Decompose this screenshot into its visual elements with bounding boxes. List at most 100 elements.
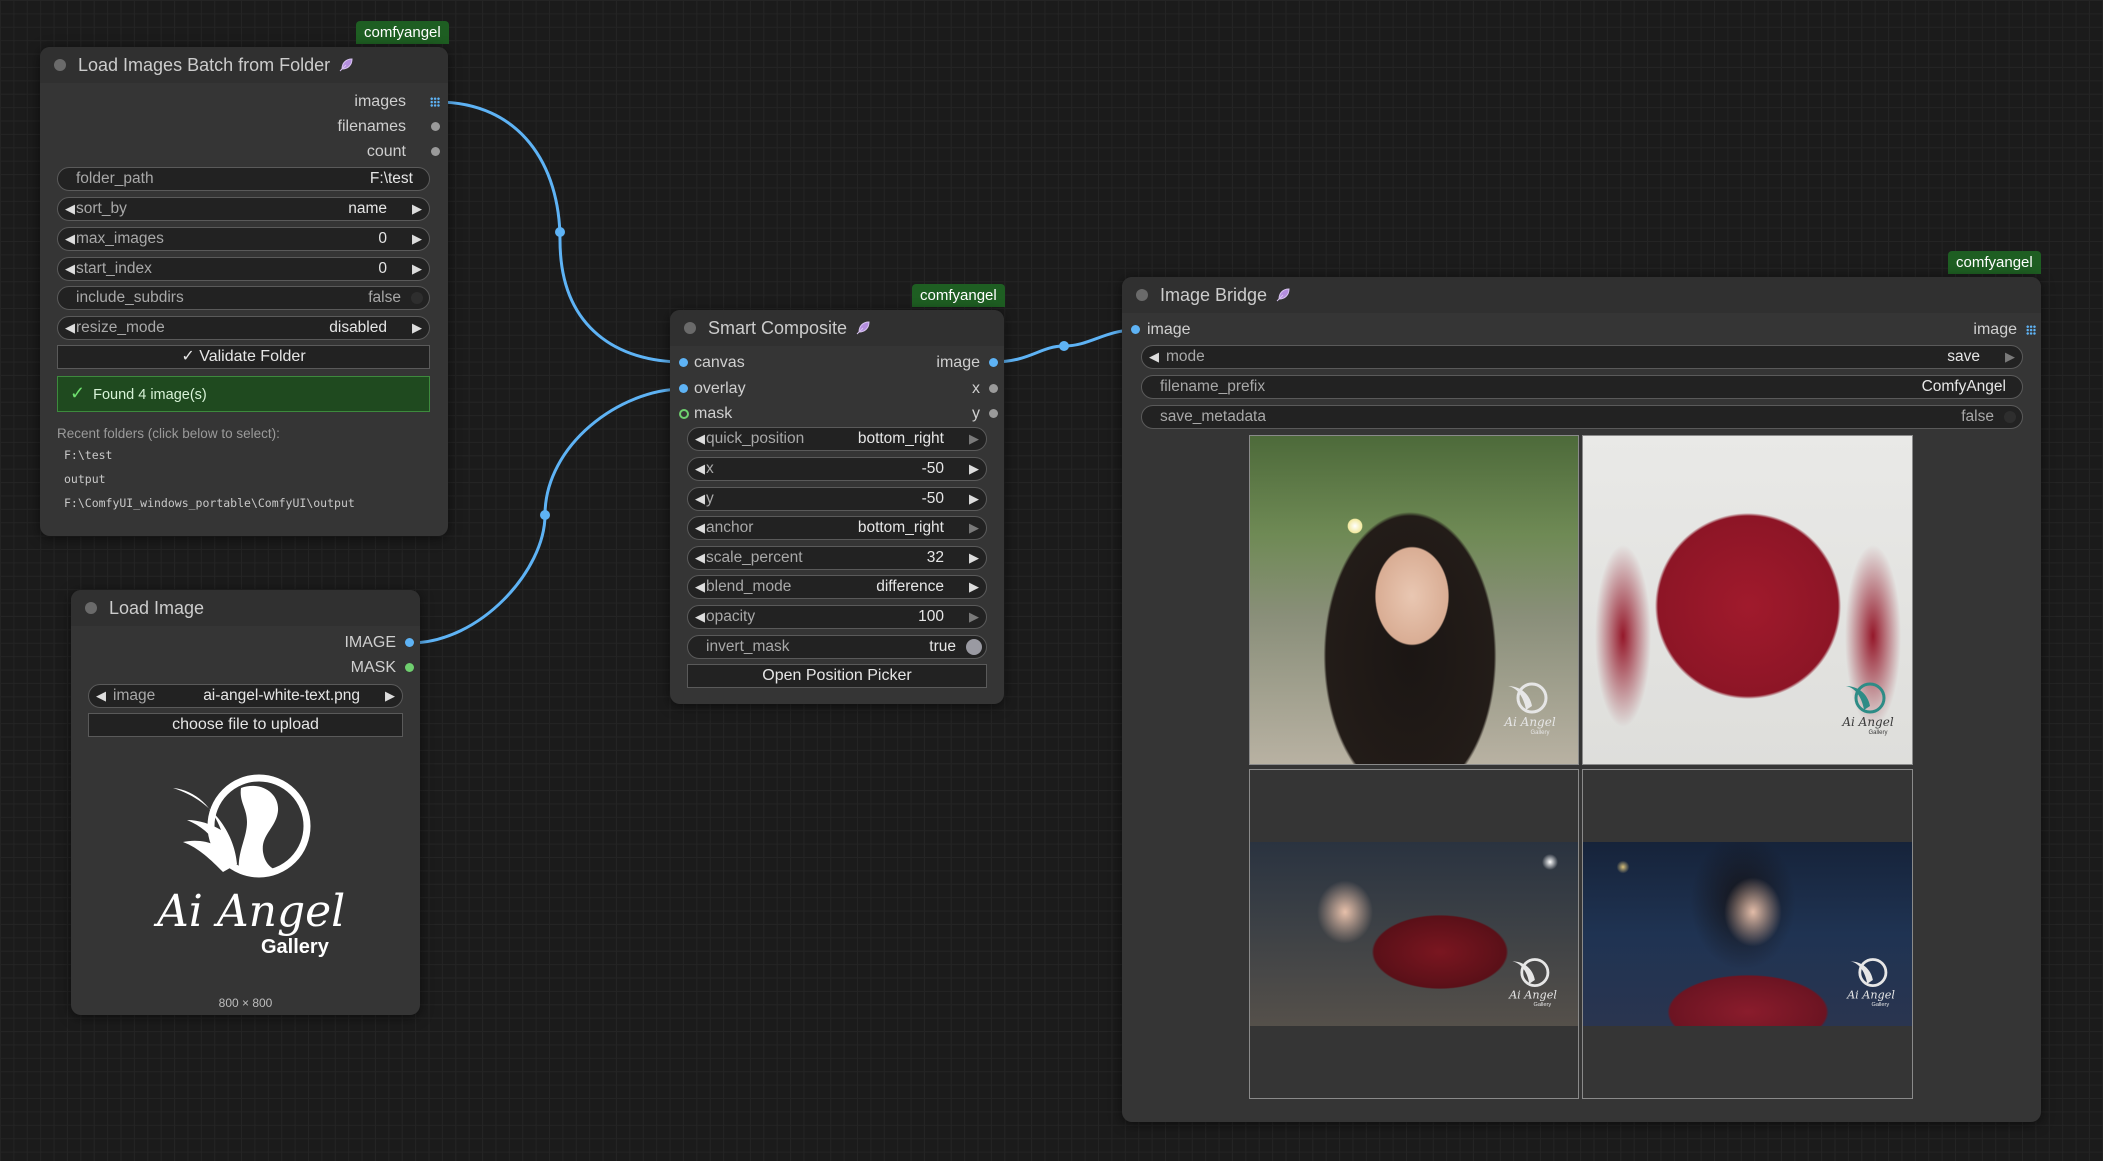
- collapse-dot-icon[interactable]: [54, 59, 66, 71]
- arrow-left-icon[interactable]: ◀: [695, 458, 705, 480]
- input-image-slot[interactable]: [1131, 325, 1140, 334]
- wire-midpoint: [1059, 341, 1069, 351]
- arrow-left-icon[interactable]: ◀: [695, 488, 705, 510]
- arrow-right-icon[interactable]: ▶: [412, 198, 422, 220]
- output-filenames-slot[interactable]: [431, 122, 440, 131]
- invert-mask-toggle[interactable]: invert_mask true: [687, 635, 987, 659]
- mode-combo[interactable]: ◀ mode save ▶: [1141, 345, 2023, 369]
- arrow-right-icon[interactable]: ▶: [2005, 346, 2015, 368]
- open-position-picker-button[interactable]: Open Position Picker: [687, 664, 987, 688]
- arrow-right-icon[interactable]: ▶: [969, 517, 979, 539]
- watermark-text: Ai Angel: [1841, 715, 1893, 729]
- quick-position-combo[interactable]: ◀ quick_position bottom_right ▶: [687, 427, 987, 451]
- wire-midpoint: [540, 510, 550, 520]
- widget-value: false: [368, 289, 401, 306]
- arrow-right-icon[interactable]: ▶: [969, 547, 979, 569]
- output-image: image: [936, 354, 980, 371]
- arrow-left-icon[interactable]: ◀: [1149, 346, 1159, 368]
- output-count-slot[interactable]: [431, 147, 440, 156]
- output-image-slot[interactable]: [405, 638, 414, 647]
- upload-button[interactable]: choose file to upload: [88, 713, 403, 737]
- preview-image-3[interactable]: Ai Angel Gallery: [1249, 769, 1579, 1099]
- arrow-right-icon[interactable]: ▶: [385, 685, 395, 707]
- recent-folder-item[interactable]: F:\test: [64, 448, 112, 462]
- sort-by-combo[interactable]: ◀ sort_by name ▶: [57, 197, 430, 221]
- arrow-right-icon[interactable]: ▶: [969, 606, 979, 628]
- input-overlay: overlay: [694, 380, 746, 397]
- anchor-combo[interactable]: ◀ anchor bottom_right ▶: [687, 516, 987, 540]
- arrow-left-icon[interactable]: ◀: [695, 517, 705, 539]
- validate-folder-button[interactable]: ✓ Validate Folder: [57, 345, 430, 369]
- scale-percent-number[interactable]: ◀ scale_percent 32 ▶: [687, 546, 987, 570]
- arrow-right-icon[interactable]: ▶: [412, 228, 422, 250]
- load-images-batch-node[interactable]: Load Images Batch from Folder images fil…: [40, 47, 448, 536]
- output-images-slot[interactable]: [430, 97, 440, 107]
- node-header[interactable]: Load Image: [71, 590, 420, 626]
- save-metadata-toggle[interactable]: save_metadata false: [1141, 405, 2023, 429]
- arrow-left-icon[interactable]: ◀: [695, 576, 705, 598]
- toggle-off-icon[interactable]: [2004, 411, 2016, 423]
- collapse-dot-icon[interactable]: [85, 602, 97, 614]
- start-index-number[interactable]: ◀ start_index 0 ▶: [57, 257, 430, 281]
- node-header[interactable]: Load Images Batch from Folder: [40, 47, 448, 83]
- wire-images-to-canvas: [436, 100, 684, 364]
- node-header[interactable]: Image Bridge: [1122, 277, 2041, 313]
- recent-folder-item[interactable]: F:\ComfyUI_windows_portable\ComfyUI\outp…: [64, 496, 355, 510]
- input-mask-slot[interactable]: [679, 409, 689, 419]
- preview-image-1[interactable]: Ai Angel Gallery: [1249, 435, 1579, 765]
- preview-image-4[interactable]: Ai Angel Gallery: [1582, 769, 1913, 1099]
- output-y-slot[interactable]: [989, 409, 998, 418]
- feather-icon: [856, 321, 870, 335]
- output-x-slot[interactable]: [989, 384, 998, 393]
- widget-value: false: [1961, 408, 1994, 425]
- watermark-subtext: Gallery: [1871, 1002, 1889, 1008]
- arrow-left-icon[interactable]: ◀: [695, 428, 705, 450]
- widget-value: 0: [378, 230, 387, 247]
- blend-mode-combo[interactable]: ◀ blend_mode difference ▶: [687, 575, 987, 599]
- max-images-number[interactable]: ◀ max_images 0 ▶: [57, 227, 430, 251]
- arrow-right-icon[interactable]: ▶: [412, 317, 422, 339]
- arrow-right-icon[interactable]: ▶: [412, 258, 422, 280]
- arrow-left-icon[interactable]: ◀: [695, 606, 705, 628]
- arrow-right-icon[interactable]: ▶: [969, 488, 979, 510]
- folder-path-input[interactable]: folder_path F:\test: [57, 167, 430, 191]
- load-image-node[interactable]: Load Image IMAGE MASK ◀ image ai-angel-w…: [71, 590, 420, 1015]
- arrow-left-icon[interactable]: ◀: [65, 317, 75, 339]
- input-canvas-slot[interactable]: [679, 358, 688, 367]
- image-combo[interactable]: ◀ image ai-angel-white-text.png ▶: [88, 684, 403, 708]
- input-overlay-slot[interactable]: [679, 384, 688, 393]
- widget-value: 100: [918, 608, 944, 625]
- toggle-off-icon[interactable]: [411, 292, 423, 304]
- widget-label: scale_percent: [706, 549, 803, 566]
- widget-label: filename_prefix: [1160, 378, 1266, 395]
- watermark-logo-icon: Ai Angel Gallery: [1508, 958, 1557, 1008]
- recent-folder-item[interactable]: output: [64, 472, 106, 486]
- smart-composite-node[interactable]: Smart Composite canvas overlay mask imag…: [670, 310, 1004, 704]
- collapse-dot-icon[interactable]: [684, 322, 696, 334]
- arrow-left-icon[interactable]: ◀: [96, 685, 106, 707]
- opacity-number[interactable]: ◀ opacity 100 ▶: [687, 605, 987, 629]
- arrow-right-icon[interactable]: ▶: [969, 428, 979, 450]
- arrow-left-icon[interactable]: ◀: [65, 228, 75, 250]
- filename-prefix-input[interactable]: filename_prefix ComfyAngel: [1141, 375, 2023, 399]
- y-number[interactable]: ◀ y -50 ▶: [687, 487, 987, 511]
- watermark-logo-icon: Ai Angel Gallery: [1503, 682, 1556, 736]
- collapse-dot-icon[interactable]: [1136, 289, 1148, 301]
- include-subdirs-toggle[interactable]: include_subdirs false: [57, 286, 430, 310]
- arrow-left-icon[interactable]: ◀: [65, 198, 75, 220]
- node-title: Smart Composite: [708, 317, 848, 338]
- node-header[interactable]: Smart Composite: [670, 310, 1004, 346]
- arrow-left-icon[interactable]: ◀: [695, 547, 705, 569]
- arrow-right-icon[interactable]: ▶: [969, 576, 979, 598]
- output-mask-slot[interactable]: [405, 663, 414, 672]
- arrow-right-icon[interactable]: ▶: [969, 458, 979, 480]
- output-image-slot[interactable]: [989, 358, 998, 367]
- resize-mode-combo[interactable]: ◀ resize_mode disabled ▶: [57, 316, 430, 340]
- arrow-left-icon[interactable]: ◀: [65, 258, 75, 280]
- image-bridge-node[interactable]: Image Bridge image image ◀ mode save ▶ f…: [1122, 277, 2041, 1122]
- recent-folders-label: Recent folders (click below to select):: [57, 426, 280, 441]
- x-number[interactable]: ◀ x -50 ▶: [687, 457, 987, 481]
- output-image-slot[interactable]: [2026, 325, 2036, 335]
- preview-image-2[interactable]: Ai Angel Gallery: [1582, 435, 1913, 765]
- toggle-on-icon[interactable]: [966, 639, 982, 655]
